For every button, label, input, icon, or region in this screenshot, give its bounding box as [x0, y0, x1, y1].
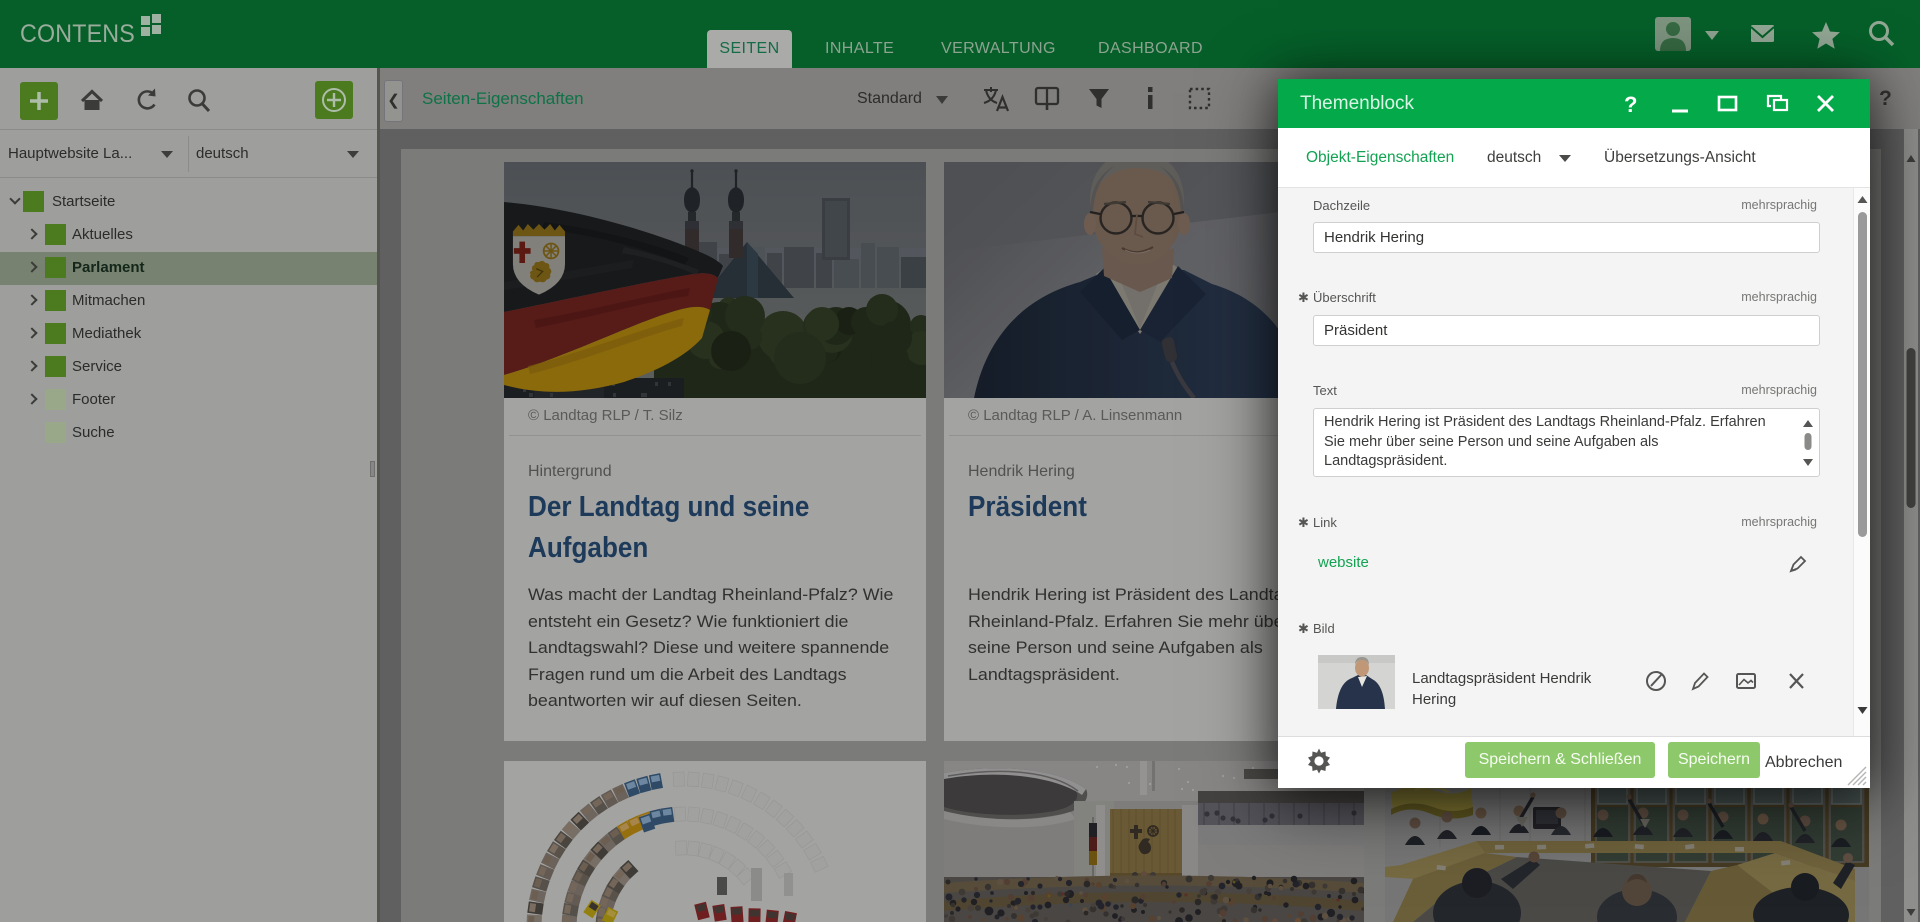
svg-text:?: ? — [1624, 92, 1637, 117]
